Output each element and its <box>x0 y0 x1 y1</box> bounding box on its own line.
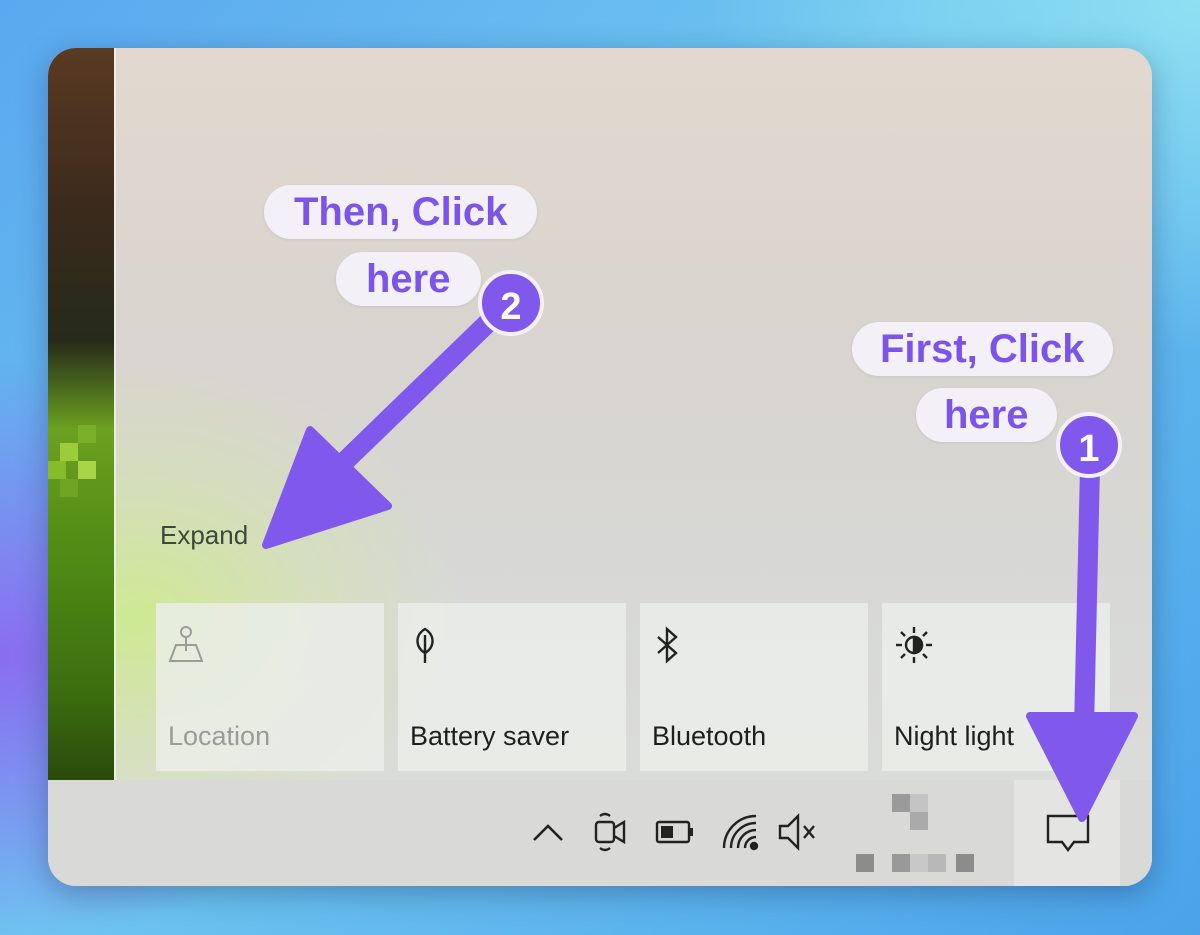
arrow-to-notification <box>1026 458 1138 822</box>
step2-badge: 2 <box>478 270 544 336</box>
callout-step1-line1: First, Click <box>852 322 1113 376</box>
arrow-to-expand <box>262 301 510 549</box>
callout-step2-line2: here <box>336 252 481 306</box>
callout-step1-line2: here <box>916 388 1057 442</box>
annotation-arrows <box>262 301 1138 822</box>
step1-badge: 1 <box>1056 412 1122 478</box>
screenshot-frame: Expand Location Battery saver Bluetooth <box>48 48 1152 886</box>
callout-step2-line1: Then, Click <box>264 185 538 239</box>
